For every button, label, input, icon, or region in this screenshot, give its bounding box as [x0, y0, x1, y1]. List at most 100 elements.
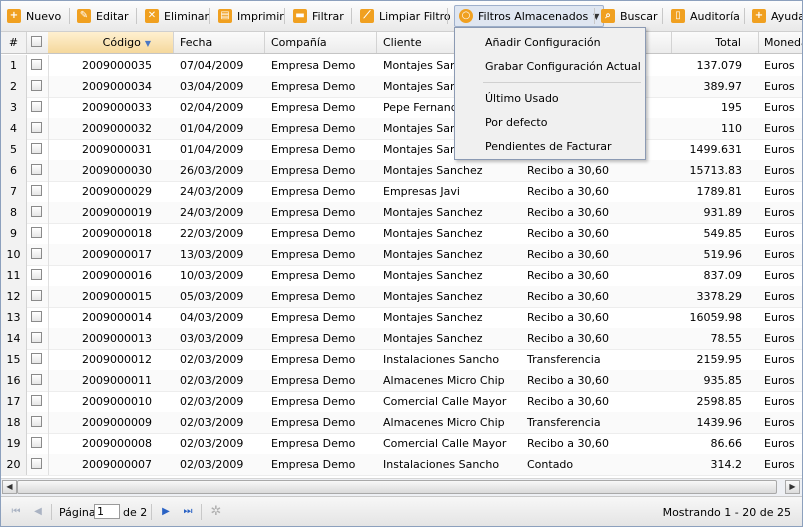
- row-checkbox[interactable]: [31, 437, 42, 448]
- row-select-cell[interactable]: [26, 433, 49, 454]
- table-row[interactable]: 7 2009000029 24/03/2009 Empresa Demo Empresa…: [1, 181, 802, 203]
- table-row[interactable]: 5 2009000031 01/04/2009 Empresa Demo Montaje…: [1, 139, 802, 161]
- table-row[interactable]: 18 2009000009 02/03/2009 Empresa Demo Almace…: [1, 412, 802, 434]
- scroll-left-icon[interactable]: ◀: [2, 480, 17, 494]
- row-select-cell[interactable]: [26, 139, 49, 160]
- row-select-cell[interactable]: [26, 328, 49, 349]
- page-number-input[interactable]: [94, 504, 120, 519]
- horizontal-scrollbar[interactable]: ◀ ▶: [1, 478, 802, 496]
- table-row[interactable]: 16 2009000011 02/03/2009 Empresa Demo Almace…: [1, 370, 802, 392]
- table-row[interactable]: 17 2009000010 02/03/2009 Empresa Demo Comerc…: [1, 391, 802, 413]
- row-checkbox[interactable]: [31, 80, 42, 91]
- cell-fecha: 02/04/2009: [180, 101, 244, 114]
- row-checkbox[interactable]: [31, 416, 42, 427]
- row-checkbox[interactable]: [31, 248, 42, 259]
- row-checkbox[interactable]: [31, 59, 42, 70]
- row-select-cell[interactable]: [26, 118, 49, 139]
- header-moneda[interactable]: Moneda: [759, 32, 802, 53]
- row-select-cell[interactable]: [26, 412, 49, 433]
- table-row[interactable]: 3 2009000033 02/04/2009 Empresa Demo Pepe Fe…: [1, 97, 802, 119]
- row-checkbox[interactable]: [31, 395, 42, 406]
- row-select-cell[interactable]: [26, 349, 49, 370]
- row-checkbox[interactable]: [31, 332, 42, 343]
- row-select-cell[interactable]: [26, 202, 49, 223]
- row-select-cell[interactable]: [26, 370, 49, 391]
- header-codigo[interactable]: Código ▼: [48, 32, 174, 53]
- row-select-cell[interactable]: [26, 160, 49, 181]
- row-checkbox[interactable]: [31, 374, 42, 385]
- row-select-cell[interactable]: [26, 223, 49, 244]
- row-checkbox[interactable]: [31, 311, 42, 322]
- row-checkbox[interactable]: [31, 290, 42, 301]
- menu-item-save-config[interactable]: Grabar Configuración Actual: [455, 56, 645, 78]
- refresh-icon[interactable]: ✲: [209, 505, 223, 519]
- help-button[interactable]: + Ayuda: [752, 6, 802, 26]
- table-row[interactable]: 20 2009000007 02/03/2009 Empresa Demo Instal…: [1, 454, 802, 476]
- header-total[interactable]: Total: [671, 32, 759, 53]
- first-page-icon[interactable]: ⏮: [9, 505, 23, 519]
- next-page-icon[interactable]: ▶: [159, 505, 173, 519]
- menu-item-default[interactable]: Por defecto: [455, 112, 645, 134]
- row-select-cell[interactable]: [26, 307, 49, 328]
- select-all-checkbox[interactable]: [31, 36, 42, 47]
- header-fecha[interactable]: Fecha: [174, 32, 265, 53]
- row-checkbox[interactable]: [31, 101, 42, 112]
- header-row-number[interactable]: #: [1, 32, 27, 53]
- header-compania[interactable]: Compañía: [265, 32, 377, 53]
- cell-total: 86.66: [710, 437, 743, 450]
- paging-status: Mostrando 1 - 20 de 25: [662, 506, 791, 519]
- filter-button[interactable]: ▬ Filtrar: [293, 6, 344, 26]
- menu-item-pending-invoice[interactable]: Pendientes de Facturar: [455, 136, 645, 158]
- table-row[interactable]: 13 2009000014 04/03/2009 Empresa Demo Montaj…: [1, 307, 802, 329]
- table-row[interactable]: 4 2009000032 01/04/2009 Empresa Demo Montaje…: [1, 118, 802, 140]
- table-row[interactable]: 1 2009000035 07/04/2009 Empresa Demo Montaje…: [1, 55, 802, 77]
- table-row[interactable]: 14 2009000013 03/03/2009 Empresa Demo Montaj…: [1, 328, 802, 350]
- row-checkbox[interactable]: [31, 458, 42, 469]
- row-select-cell[interactable]: [26, 454, 49, 475]
- row-select-cell[interactable]: [26, 76, 49, 97]
- row-select-cell[interactable]: [26, 391, 49, 412]
- edit-button[interactable]: ✎ Editar: [77, 6, 129, 26]
- clear-filter-button[interactable]: ⟋ Limpiar Filtro: [360, 6, 451, 26]
- row-select-cell[interactable]: [26, 181, 49, 202]
- search-button[interactable]: ⌕ Buscar: [601, 6, 658, 26]
- menu-item-last-used[interactable]: Último Usado: [455, 88, 645, 110]
- table-row[interactable]: 10 2009000017 13/03/2009 Empresa Demo Montaj…: [1, 244, 802, 266]
- header-select-all[interactable]: [26, 32, 49, 53]
- row-select-cell[interactable]: [26, 265, 49, 286]
- table-row[interactable]: 11 2009000016 10/03/2009 Empresa Demo Montaj…: [1, 265, 802, 287]
- last-page-icon[interactable]: ⏭: [181, 505, 195, 519]
- row-select-cell[interactable]: [26, 55, 49, 76]
- table-row[interactable]: 8 2009000019 24/03/2009 Empresa Demo Montaje…: [1, 202, 802, 224]
- cell-compania: Empresa Demo: [271, 248, 356, 261]
- audit-button[interactable]: ▯ Auditoría: [671, 6, 740, 26]
- new-button[interactable]: + Nuevo: [7, 6, 61, 26]
- table-row[interactable]: 12 2009000015 05/03/2009 Empresa Demo Montaj…: [1, 286, 802, 308]
- row-select-cell[interactable]: [26, 244, 49, 265]
- row-select-cell[interactable]: [26, 286, 49, 307]
- table-row[interactable]: 9 2009000018 22/03/2009 Empresa Demo Montaje…: [1, 223, 802, 245]
- row-select-cell[interactable]: [26, 97, 49, 118]
- table-row[interactable]: 6 2009000030 26/03/2009 Empresa Demo Montaje…: [1, 160, 802, 182]
- menu-item-add-config[interactable]: Añadir Configuración: [455, 32, 645, 54]
- row-checkbox[interactable]: [31, 143, 42, 154]
- sort-desc-icon: ▼: [144, 39, 151, 48]
- row-checkbox[interactable]: [31, 164, 42, 175]
- table-row[interactable]: 2 2009000034 03/04/2009 Empresa Demo Montaje…: [1, 76, 802, 98]
- row-checkbox[interactable]: [31, 185, 42, 196]
- table-row[interactable]: 19 2009000008 02/03/2009 Empresa Demo Comerc…: [1, 433, 802, 455]
- cell-cliente: Montajes Sanchez: [383, 290, 483, 303]
- delete-button[interactable]: ✕ Eliminar: [145, 6, 209, 26]
- toolbar-separator: [69, 8, 70, 24]
- scroll-right-icon[interactable]: ▶: [785, 480, 800, 494]
- print-button[interactable]: ▤ Imprimir: [218, 6, 284, 26]
- row-checkbox[interactable]: [31, 353, 42, 364]
- prev-page-icon[interactable]: ◀: [31, 505, 45, 519]
- row-checkbox[interactable]: [31, 122, 42, 133]
- row-checkbox[interactable]: [31, 269, 42, 280]
- table-row[interactable]: 15 2009000012 02/03/2009 Empresa Demo Instal…: [1, 349, 802, 371]
- row-checkbox[interactable]: [31, 206, 42, 217]
- stored-filters-button[interactable]: ○ Filtros Almacenados ▼: [454, 5, 605, 27]
- scroll-thumb[interactable]: [17, 480, 777, 494]
- row-checkbox[interactable]: [31, 227, 42, 238]
